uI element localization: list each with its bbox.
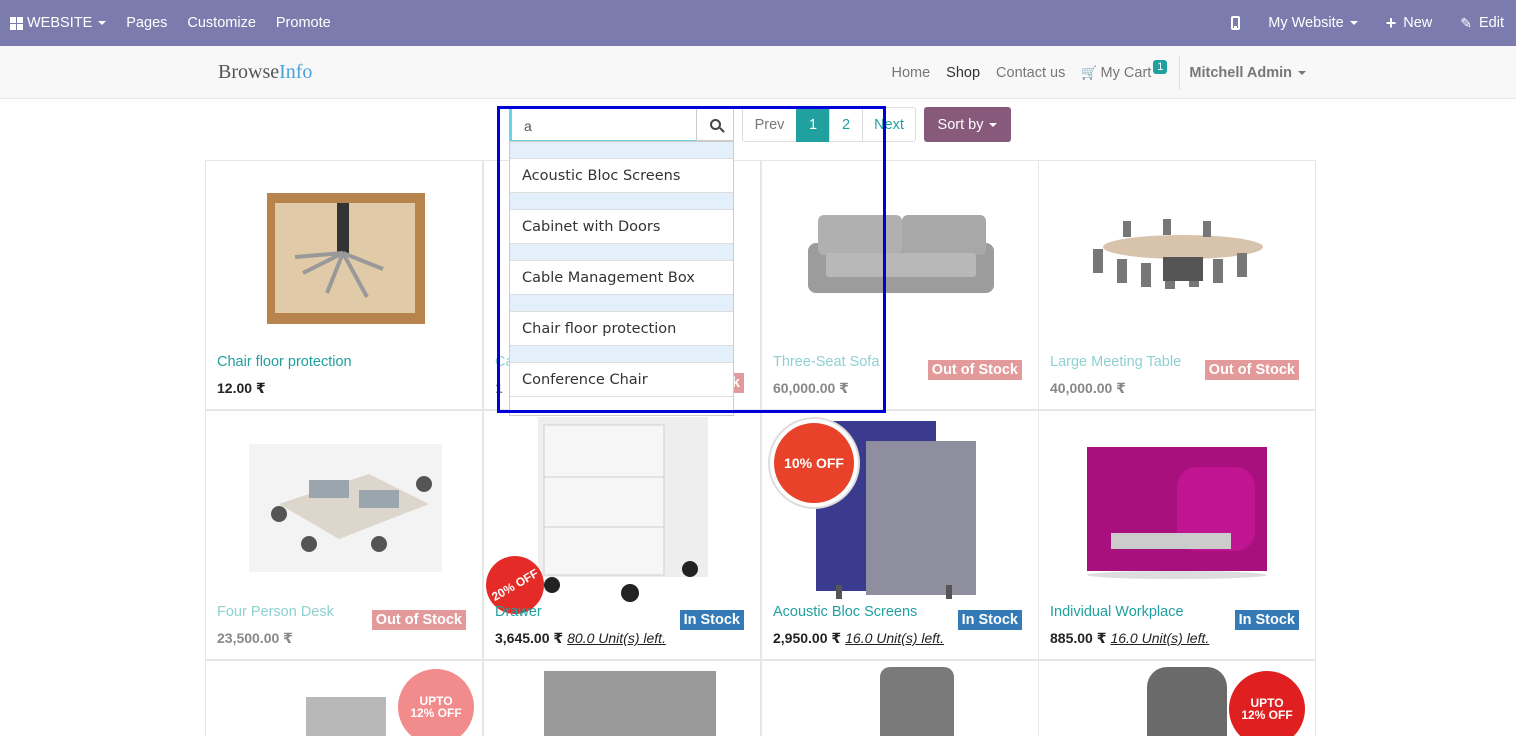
stock-badge: Out of Stock (371, 610, 466, 630)
product-card[interactable]: 20% OFF Drawer 3,645.00 ₹80.0 Unit(s) le… (483, 410, 761, 660)
sort-by-button[interactable]: Sort by (924, 107, 1011, 142)
user-name: Mitchell Admin (1189, 64, 1292, 81)
site-header: BrowseInfo Home Shop Contact us 🛒 My Cart… (0, 46, 1516, 99)
caret-down-icon (989, 122, 998, 127)
website-menu-label: WEBSITE (27, 15, 93, 31)
product-name[interactable]: Acoustic Bloc Screens (773, 604, 917, 620)
caret-down-icon (1349, 21, 1358, 25)
product-image (1147, 667, 1227, 736)
product-name[interactable]: Drawer (495, 604, 542, 620)
promote-menu[interactable]: Promote (266, 0, 341, 46)
logo-browse: Browse (218, 61, 280, 83)
product-image (544, 671, 716, 736)
product-image (249, 444, 442, 572)
highlight-box (497, 106, 886, 413)
product-price: 885.00 ₹16.0 Unit(s) left. (1050, 630, 1209, 647)
logo-info: Info (279, 61, 313, 83)
units-left: 80.0 Unit(s) left. (567, 630, 666, 646)
sort-by-label: Sort by (937, 116, 984, 133)
pages-menu[interactable]: Pages (116, 0, 177, 46)
product-card[interactable]: UPTO 12% OFF (205, 660, 483, 736)
edit-button[interactable]: ✎ Edit (1450, 0, 1516, 46)
stock-badge: In Stock (957, 610, 1022, 630)
caret-down-icon (1298, 70, 1306, 75)
product-image (306, 697, 386, 736)
mobile-phone-icon (1231, 16, 1241, 30)
user-menu[interactable]: Mitchell Admin (1180, 65, 1516, 81)
nav-my-cart[interactable]: 🛒 My Cart 1 (1073, 59, 1175, 81)
product-name[interactable]: Individual Workplace (1050, 604, 1184, 620)
my-website-label: My Website (1268, 15, 1344, 31)
my-website-menu[interactable]: My Website (1258, 0, 1375, 46)
nav-home[interactable]: Home (883, 65, 938, 81)
site-logo[interactable]: BrowseInfo (218, 61, 312, 84)
new-label: New (1403, 15, 1433, 31)
discount-ribbon: UPTO 12% OFF (398, 669, 474, 736)
new-button[interactable]: + New (1376, 0, 1451, 46)
product-price: 12.00 ₹ (217, 380, 266, 396)
units-left: 16.0 Unit(s) left. (845, 630, 944, 646)
product-card[interactable]: Four Person Desk 23,500.00 ₹ Out of Stoc… (205, 410, 483, 660)
product-card[interactable]: Large Meeting Table 40,000.00 ₹ Out of S… (1038, 160, 1316, 410)
product-card[interactable] (761, 660, 1039, 736)
admin-bar: WEBSITE Pages Customize Promote My Websi… (0, 0, 1516, 46)
product-card[interactable]: Chair floor protection 12.00 ₹ (205, 160, 483, 410)
stock-badge: Out of Stock (1204, 360, 1299, 380)
pencil-icon: ✎ (1460, 14, 1472, 31)
product-price: 2,950.00 ₹16.0 Unit(s) left. (773, 630, 944, 647)
product-name[interactable]: Large Meeting Table (1050, 354, 1181, 370)
discount-ribbon: 10% OFF (770, 419, 858, 507)
stock-badge: In Stock (1234, 610, 1299, 630)
caret-down-icon (98, 21, 107, 25)
product-card[interactable]: UPTO 12% OFF (1038, 660, 1316, 736)
product-card[interactable]: Individual Workplace 885.00 ₹16.0 Unit(s… (1038, 410, 1316, 660)
product-price: 40,000.00 ₹ (1050, 380, 1126, 396)
units-left: 16.0 Unit(s) left. (1110, 630, 1210, 646)
shopping-cart-icon: 🛒 (1081, 64, 1098, 80)
product-card[interactable] (483, 660, 761, 736)
discount-ribbon: UPTO 12% OFF (1229, 671, 1305, 736)
cart-count-badge: 1 (1153, 59, 1168, 74)
product-image (880, 667, 954, 736)
cart-label: My Cart (1100, 64, 1152, 81)
product-image (267, 193, 425, 324)
price-value: 885.00 ₹ (1050, 630, 1107, 646)
nav-shop[interactable]: Shop (938, 65, 988, 81)
stock-badge: Out of Stock (927, 360, 1022, 380)
mobile-preview-button[interactable] (1221, 0, 1258, 46)
product-image (534, 417, 712, 603)
product-price: 23,500.00 ₹ (217, 630, 293, 646)
website-menu[interactable]: WEBSITE (0, 0, 116, 46)
apps-grid-icon (10, 16, 23, 30)
stock-badge: In Stock (679, 610, 744, 630)
product-card[interactable]: 10% OFF Acoustic Bloc Screens 2,950.00 ₹… (761, 410, 1039, 660)
price-value: 3,645.00 ₹ (495, 630, 564, 646)
product-image (1081, 443, 1275, 579)
product-name[interactable]: Chair floor protection (217, 354, 352, 370)
product-name[interactable]: Four Person Desk (217, 604, 334, 620)
main-nav: Home Shop Contact us 🛒 My Cart 1 Mitchell … (883, 46, 1516, 99)
plus-icon: + (1385, 13, 1397, 33)
price-value: 2,950.00 ₹ (773, 630, 842, 646)
product-image (1083, 219, 1273, 305)
customize-menu[interactable]: Customize (177, 0, 266, 46)
edit-label: Edit (1479, 15, 1504, 31)
nav-contact-us[interactable]: Contact us (988, 65, 1073, 81)
product-price: 3,645.00 ₹80.0 Unit(s) left. (495, 630, 666, 647)
